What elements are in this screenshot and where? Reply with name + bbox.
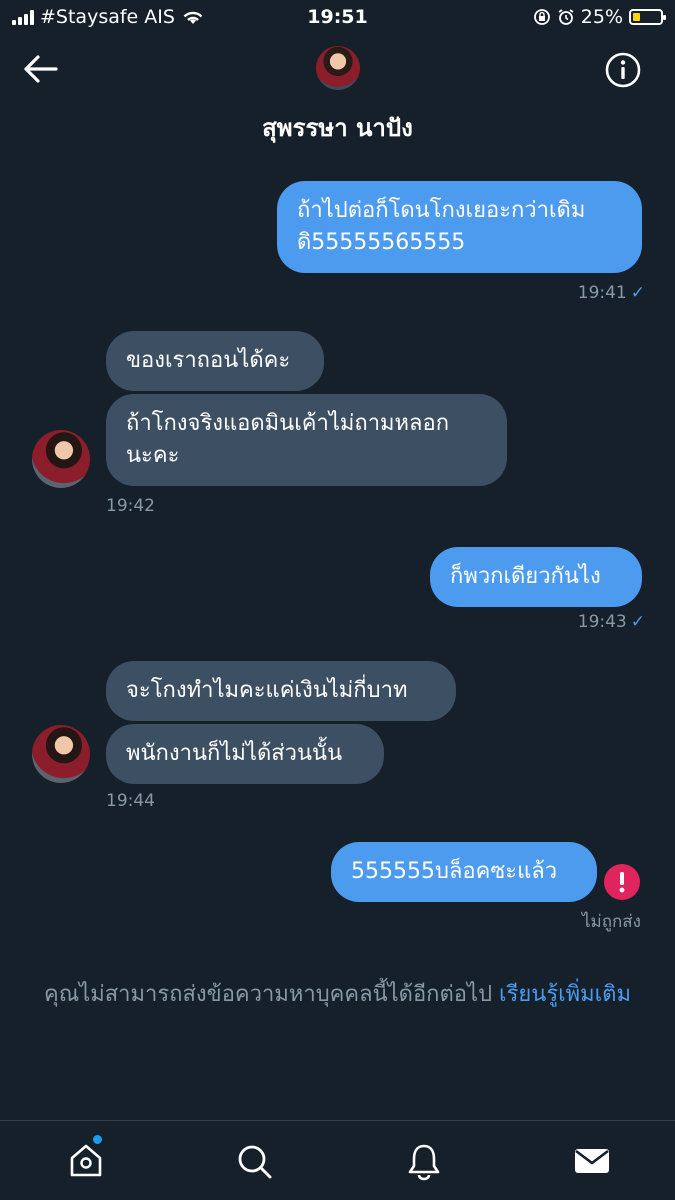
message-text: ก็พวกเดียวกันไง	[450, 564, 601, 589]
message-text: ดิ55555565555	[297, 230, 466, 255]
message-bubble-received[interactable]: จะโกงทำไมคะแค่เงินไม่กี่บาท	[106, 661, 456, 721]
alarm-icon	[558, 9, 574, 25]
sent-check-icon: ✓	[630, 283, 645, 303]
timestamp-text: 19:43	[577, 612, 627, 632]
blocked-notice-text: คุณไม่สามารถส่งข้อความหาบุคคลนี้ได้อีกต่…	[44, 982, 493, 1007]
messages-mail-icon[interactable]	[572, 1141, 612, 1181]
bottom-navigation	[0, 1120, 675, 1200]
send-error-icon[interactable]	[604, 864, 640, 900]
home-notification-dot	[93, 1135, 102, 1144]
message-text: ถ้าโกงจริงแอดมินเค้าไม่ถามหลอก	[126, 411, 450, 436]
message-bubble-received[interactable]: ถ้าโกงจริงแอดมินเค้าไม่ถามหลอก นะคะ	[106, 394, 507, 486]
back-arrow-icon[interactable]	[22, 54, 58, 84]
message-text: 555555บล็อคซะแล้ว	[351, 859, 558, 884]
send-failed-label[interactable]: ไม่ถูกส่ง	[582, 908, 641, 935]
contact-avatar[interactable]	[316, 46, 360, 90]
search-icon[interactable]	[234, 1141, 274, 1181]
conversation-header: สุพรรษา นาปัง	[0, 36, 675, 156]
message-bubble-sent[interactable]: ถ้าไปต่อก็โดนโกงเยอะกว่าเดิม ดิ555555655…	[277, 181, 642, 273]
home-icon[interactable]	[66, 1141, 106, 1181]
message-text: จะโกงทำไมคะแค่เงินไม่กี่บาท	[126, 678, 408, 703]
timestamp-text: 19:41	[577, 283, 627, 303]
message-bubble-received[interactable]: พนักงานก็ไม่ได้ส่วนนั้น	[106, 724, 384, 784]
battery-percentage: 25%	[580, 6, 623, 28]
sent-check-icon: ✓	[630, 612, 645, 632]
message-text: พนักงานก็ไม่ได้ส่วนนั้น	[126, 741, 343, 766]
battery-icon	[629, 9, 666, 25]
contact-name[interactable]: สุพรรษา นาปัง	[0, 108, 675, 147]
message-timestamp: 19:44	[106, 791, 155, 811]
message-bubble-sent[interactable]: ก็พวกเดียวกันไง	[430, 547, 642, 607]
status-bar: #Staysafe AIS 19:51 25%	[0, 0, 675, 36]
message-timestamp: 19:41 ✓	[578, 283, 645, 303]
message-text: ถ้าไปต่อก็โดนโกงเยอะกว่าเดิม	[297, 198, 586, 223]
learn-more-link[interactable]: เรียนรู้เพิ่มเติม	[499, 982, 631, 1007]
message-bubble-received[interactable]: ของเราถอนได้คะ	[106, 331, 324, 391]
message-text: ของเราถอนได้คะ	[126, 348, 291, 373]
contact-avatar[interactable]	[32, 430, 90, 488]
notifications-bell-icon[interactable]	[404, 1141, 444, 1181]
message-timestamp: 19:43 ✓	[578, 612, 645, 632]
orientation-lock-icon	[533, 9, 550, 25]
message-timestamp: 19:42	[106, 496, 155, 516]
message-text: นะคะ	[126, 443, 180, 468]
contact-avatar[interactable]	[32, 725, 90, 783]
message-bubble-sent[interactable]: 555555บล็อคซะแล้ว	[331, 842, 597, 902]
info-icon[interactable]	[605, 52, 641, 88]
blocked-notice: คุณไม่สามารถส่งข้อความหาบุคคลนี้ได้อีกต่…	[0, 978, 675, 1012]
battery-fill	[633, 13, 640, 21]
